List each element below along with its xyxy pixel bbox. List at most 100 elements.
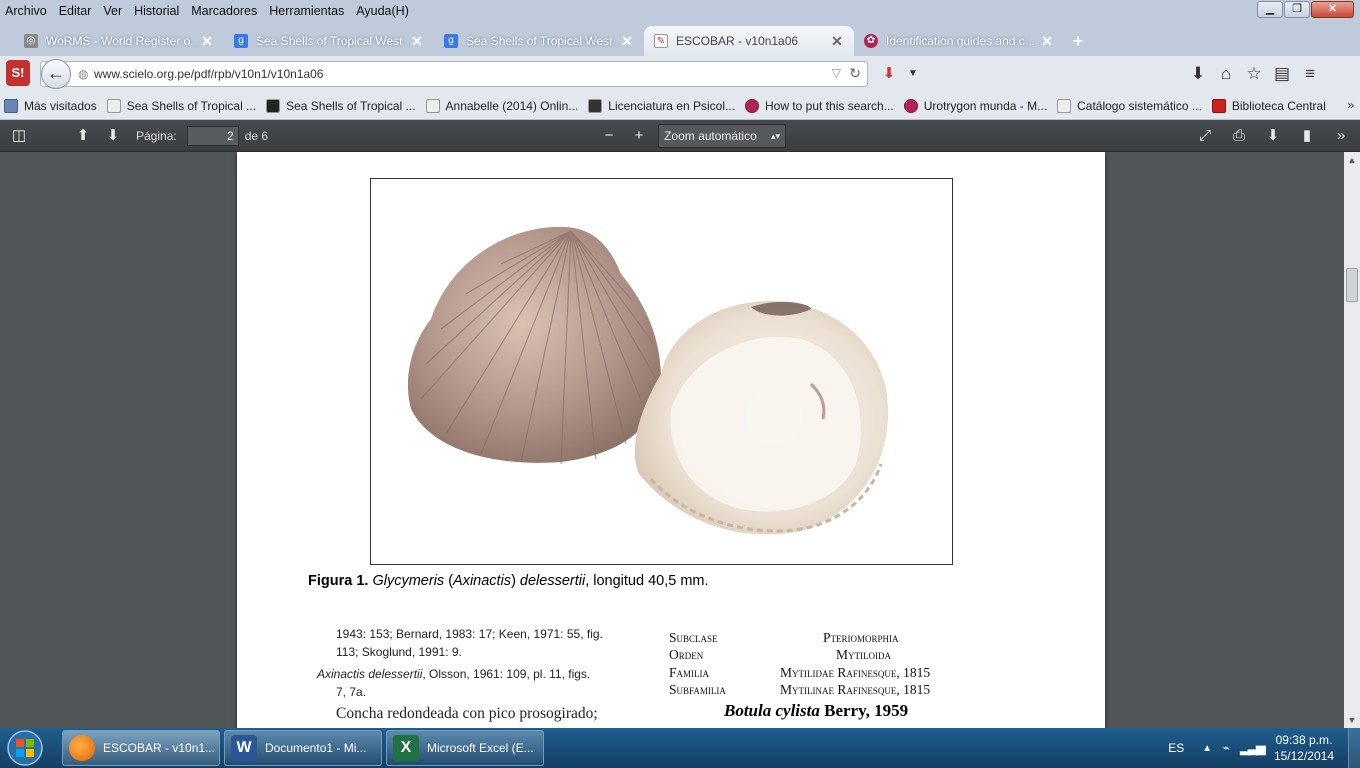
download-helper-icon[interactable]: ⬇ xyxy=(876,61,902,87)
scroll-down-arrow-icon[interactable]: ▼ xyxy=(1344,712,1360,728)
next-page-icon[interactable]: ⬇ xyxy=(100,124,126,148)
new-tab-plus-icon[interactable]: + xyxy=(1064,26,1092,56)
menu-historial[interactable]: Historial xyxy=(128,1,185,21)
navigation-bar: S! ◍ ▽ ↻ ⬇ ▼ g ▼ ⌕ ⬇ ⌂ ☆ ▤ ≡ xyxy=(0,56,1360,143)
language-indicator[interactable]: ES xyxy=(1168,741,1184,755)
menu-archivo[interactable]: Archivo xyxy=(0,1,53,21)
species-author: Berry, 1959 xyxy=(819,701,909,720)
tab-close-icon[interactable]: ✕ xyxy=(620,33,634,50)
bookmark-urotrygon[interactable]: Urotrygon munda - M... xyxy=(903,98,1048,113)
tab-label: Sea Shells of Tropical West ... xyxy=(256,34,410,48)
taskbar-excel[interactable]: X Microsoft Excel (E... xyxy=(386,730,544,766)
network-signal-icon[interactable]: ▂▃▅ xyxy=(1240,740,1266,756)
bookmark-catalogo[interactable]: Catálogo sistemático ... xyxy=(1057,98,1202,113)
clock[interactable]: 09:38 p.m. 15/12/2014 xyxy=(1274,732,1334,764)
shell-photo xyxy=(407,226,889,535)
tab-close-icon[interactable]: ✕ xyxy=(200,33,214,50)
menu-ayuda[interactable]: Ayuda(H) xyxy=(350,1,415,21)
bookmarks-toolbar: Más visitados Sea Shells of Tropical ...… xyxy=(0,92,1360,120)
sidebar-toggle-icon[interactable]: ◫ xyxy=(6,124,32,148)
zoom-select[interactable]: Zoom automático ▴▾ xyxy=(658,123,787,148)
zoom-out-icon[interactable]: − xyxy=(596,124,622,148)
back-button[interactable]: ← xyxy=(41,59,71,89)
show-desktop-button[interactable] xyxy=(1348,728,1360,768)
taskbar-label: Documento1 - Mi... xyxy=(265,741,367,755)
bookmark-licenciatura[interactable]: Licenciatura en Psicol... xyxy=(588,98,735,113)
tab-identification-guides[interactable]: ✿ Identification guides and c... ✕ xyxy=(854,26,1064,56)
page-label: Página: xyxy=(136,128,177,143)
download-pdf-icon[interactable]: ⬇ xyxy=(1260,124,1286,148)
bookmark-sea-shells-1[interactable]: Sea Shells of Tropical ... xyxy=(106,98,257,113)
reference-line: 113; Skoglund, 1991: 9. xyxy=(336,645,462,659)
synonym-name: Axinactis delessertii xyxy=(317,667,423,681)
bookmark-star-icon[interactable]: ☆ xyxy=(1240,60,1268,88)
menu-marcadores[interactable]: Marcadores xyxy=(185,1,263,21)
pdf-viewer[interactable]: Figura 1. Glycymeris (Axinactis) delesse… xyxy=(0,152,1344,728)
taskbar-word[interactable]: W Documento1 - Mi... xyxy=(224,730,382,766)
close-window-button[interactable]: ✕ xyxy=(1311,1,1354,18)
flower-icon xyxy=(745,98,759,113)
taskbar: ESCOBAR - v10n1... W Documento1 - Mi... … xyxy=(0,728,1360,768)
chevron-down-icon[interactable]: ▼ xyxy=(906,61,920,87)
bookmark-label: Urotrygon munda - M... xyxy=(923,98,1048,113)
shell-left-exterior xyxy=(407,226,661,463)
tab-sea-shells-1[interactable]: g Sea Shells of Tropical West ... ✕ xyxy=(224,26,434,56)
bookmark-label: Sea Shells of Tropical ... xyxy=(126,98,257,113)
tray-expand-icon[interactable]: ▲ xyxy=(1202,743,1212,754)
tab-escobar[interactable]: ✎ ESCOBAR - v10n1a06 ✕ xyxy=(644,26,854,56)
bookmark-annabelle[interactable]: Annabelle (2014) Onlin... xyxy=(425,98,578,113)
url-input[interactable] xyxy=(94,67,794,81)
reference-line: 1943: 153; Bernard, 1983: 17; Keen, 1971… xyxy=(336,627,603,641)
previous-page-icon[interactable]: ⬆ xyxy=(70,124,96,148)
figure-caption: Figura 1. Glycymeris (Axinactis) delesse… xyxy=(308,573,709,589)
tab-close-icon[interactable]: ✕ xyxy=(830,33,844,50)
page-number-input[interactable] xyxy=(186,125,239,146)
dropdown-arrow-icon[interactable]: ▽ xyxy=(832,66,841,80)
scrollbar-thumb[interactable] xyxy=(1346,268,1358,302)
chevron-updown-icon: ▴▾ xyxy=(771,130,781,141)
hamburger-menu-icon[interactable]: ≡ xyxy=(1296,60,1324,88)
taxonomy-rank: Orden xyxy=(669,647,704,662)
page-icon xyxy=(425,98,440,113)
taskbar-firefox[interactable]: ESCOBAR - v10n1... xyxy=(62,730,220,766)
bookmark-sea-shells-2[interactable]: Sea Shells of Tropical ... xyxy=(266,98,416,113)
vertical-scrollbar[interactable]: ▲ ▼ xyxy=(1344,152,1360,728)
minimize-button[interactable]: ▁ xyxy=(1257,1,1283,18)
menu-ver[interactable]: Ver xyxy=(97,1,128,21)
fullscreen-icon[interactable]: ⤢ xyxy=(1192,124,1218,148)
bookmark-biblioteca[interactable]: Biblioteca Central xyxy=(1211,98,1326,113)
firefox-icon xyxy=(69,735,95,761)
tab-close-icon[interactable]: ✕ xyxy=(410,33,424,50)
bookmark-icon[interactable]: ▮ xyxy=(1294,124,1320,148)
caption-genus: Glycymeris xyxy=(372,573,445,589)
taxonomy-name: Pteriomorphia xyxy=(823,630,899,645)
scroll-up-arrow-icon[interactable]: ▲ xyxy=(1344,152,1360,168)
menu-bar: Archivo Editar Ver Historial Marcadores … xyxy=(0,0,1360,22)
start-button[interactable] xyxy=(4,728,46,768)
menu-editar[interactable]: Editar xyxy=(53,1,98,21)
power-plug-icon[interactable]: ⌁ xyxy=(1222,740,1230,756)
menu-herramientas[interactable]: Herramientas xyxy=(263,1,350,21)
reload-icon[interactable]: ↻ xyxy=(849,65,861,82)
tab-close-icon[interactable]: ✕ xyxy=(1040,33,1054,50)
print-icon[interactable]: ⎙ xyxy=(1226,124,1252,148)
downloads-icon[interactable]: ⬇ xyxy=(1184,60,1212,88)
zoom-in-icon[interactable]: + xyxy=(626,124,652,148)
library-icon xyxy=(1211,98,1226,113)
more-tools-icon[interactable]: » xyxy=(1328,124,1354,148)
bookmark-how-to-put[interactable]: How to put this search... xyxy=(745,98,894,113)
description-text: Concha redondeada con pico prosogirado; xyxy=(336,705,598,722)
flower-icon xyxy=(903,98,918,113)
tab-sea-shells-2[interactable]: g Sea Shells of Tropical West ... ✕ xyxy=(434,26,644,56)
excel-icon: X xyxy=(393,735,419,761)
bookmark-mas-visitados[interactable]: Más visitados xyxy=(4,98,97,113)
home-icon[interactable]: ⌂ xyxy=(1212,60,1240,88)
tab-label: WoRMS - World Register o... xyxy=(46,34,200,48)
chevron-more-icon[interactable]: » xyxy=(1347,98,1354,112)
tab-strip: ◎ WoRMS - World Register o... ✕ g Sea Sh… xyxy=(0,22,1360,56)
tab-worms[interactable]: ◎ WoRMS - World Register o... ✕ xyxy=(14,26,224,56)
maximize-button[interactable]: ❐ xyxy=(1284,1,1310,18)
addon-icon[interactable]: S! xyxy=(6,60,30,86)
bookmarks-menu-icon[interactable]: ▤ xyxy=(1268,60,1296,88)
tab-label: Sea Shells of Tropical West ... xyxy=(466,34,620,48)
